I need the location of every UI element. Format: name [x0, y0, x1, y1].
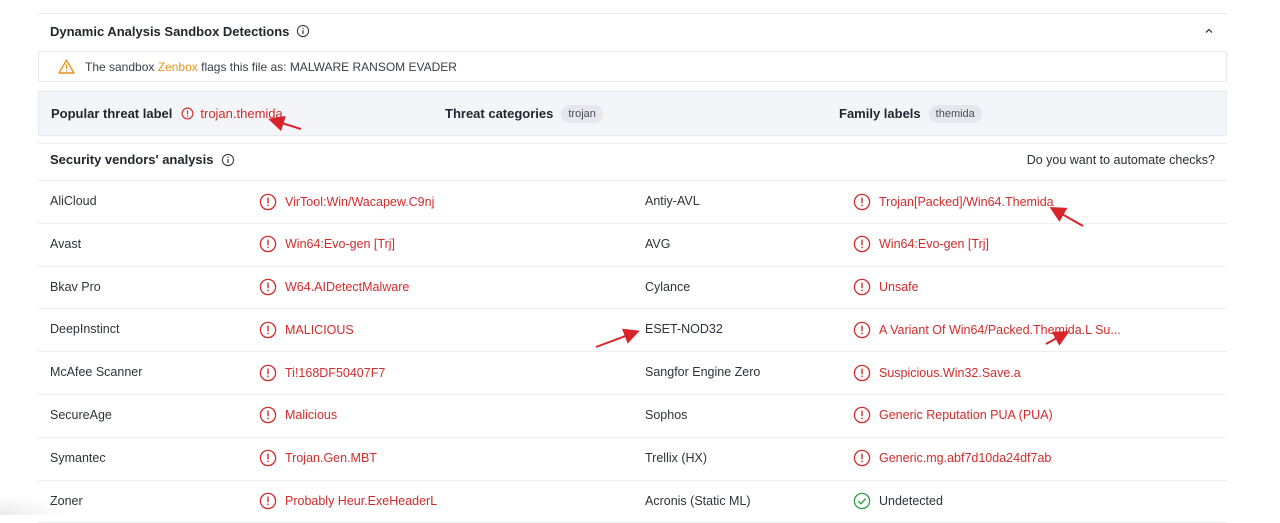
family-labels-group: Family labels themida	[839, 104, 982, 123]
chevron-up-icon[interactable]	[1203, 24, 1215, 36]
detection-text[interactable]: Generic Reputation PUA (PUA)	[879, 408, 1053, 422]
sandbox-section-header[interactable]: Dynamic Analysis Sandbox Detections	[38, 14, 1227, 48]
info-icon[interactable]	[221, 153, 235, 167]
sandbox-name-link[interactable]: Zenbox	[158, 60, 198, 74]
detection-text[interactable]: Undetected	[879, 494, 943, 508]
alert-circle-icon	[853, 235, 871, 253]
detection-text[interactable]: Win64:Evo-gen [Trj]	[285, 237, 395, 251]
detection-result: Unsafe	[853, 267, 919, 308]
popular-threat-label: Popular threat label	[51, 106, 173, 121]
sandbox-section-title: Dynamic Analysis Sandbox Detections	[50, 23, 290, 39]
vendor-name[interactable]: Avast	[50, 224, 81, 265]
vendor-name[interactable]: Trellix (HX)	[645, 438, 707, 479]
detection-result: A Variant Of Win64/Packed.Themida.L Su..…	[853, 309, 1121, 350]
detection-text[interactable]: Ti!168DF50407F7	[285, 366, 385, 380]
detection-text[interactable]: Trojan.Gen.MBT	[285, 451, 377, 465]
vendor-name[interactable]: AVG	[645, 224, 670, 265]
warning-triangle-icon	[58, 59, 75, 74]
detection-text[interactable]: MALICIOUS	[285, 323, 354, 337]
vendor-results-table: AliCloud VirTool:Win/Wacapew.C9nj Antiy-AV…	[38, 180, 1227, 523]
vendor-name[interactable]: Symantec	[50, 438, 106, 479]
vendor-name[interactable]: SecureAge	[50, 395, 112, 436]
detection-result: W64.AIDetectMalware	[259, 267, 409, 308]
vendor-name[interactable]: Sangfor Engine Zero	[645, 352, 760, 393]
alert-circle-icon	[259, 278, 277, 296]
detection-result: Ti!168DF50407F7	[259, 352, 385, 393]
sandbox-alert-prefix: The sandbox	[85, 59, 155, 74]
detection-text[interactable]: Unsafe	[879, 280, 919, 294]
table-row: Symantec Trojan.Gen.MBT Trellix (HX) Generi…	[38, 438, 1227, 481]
detection-text[interactable]: Win64:Evo-gen [Trj]	[879, 237, 989, 251]
detection-result: MALICIOUS	[259, 309, 354, 350]
alert-circle-icon	[259, 321, 277, 339]
alert-circle-icon	[853, 449, 871, 467]
detection-result: Trojan.Gen.MBT	[259, 438, 377, 479]
automate-checks-link[interactable]: Do you want to automate checks?	[1027, 153, 1215, 167]
alert-circle-icon	[853, 193, 871, 211]
family-label-pill[interactable]: themida	[928, 104, 982, 123]
table-row: Avast Win64:Evo-gen [Trj] AVG Win64:Evo-gen…	[38, 224, 1227, 267]
detection-result: VirTool:Win/Wacapew.C9nj	[259, 181, 434, 222]
alert-circle-icon	[853, 364, 871, 382]
popular-threat-value[interactable]: trojan.themida	[200, 106, 282, 121]
info-icon[interactable]	[296, 24, 310, 38]
corner-shadow	[0, 495, 70, 515]
detection-text[interactable]: Malicious	[285, 408, 337, 422]
threat-categories-group: Threat categories trojan	[445, 104, 603, 123]
detection-result: Win64:Evo-gen [Trj]	[853, 224, 989, 265]
vendor-name[interactable]: ESET-NOD32	[645, 309, 723, 350]
threat-categories-label: Threat categories	[445, 106, 554, 121]
table-row: DeepInstinct MALICIOUS ESET-NOD32 A Variant…	[38, 309, 1227, 353]
detection-result: Suspicious.Win32.Save.a	[853, 352, 1021, 393]
alert-circle-icon	[853, 278, 871, 296]
sandbox-alert: The sandbox Zenbox flags this file as: M…	[38, 51, 1227, 82]
vendor-name[interactable]: Sophos	[645, 395, 687, 436]
alert-circle-icon	[259, 449, 277, 467]
detection-result: Trojan[Packed]/Win64.Themida	[853, 181, 1054, 222]
alert-circle-icon	[259, 364, 277, 382]
table-row: McAfee Scanner Ti!168DF50407F7 Sangfor Eng…	[38, 352, 1227, 395]
table-row: ZonerProbably Heur.ExeHeaderLAcronis (St…	[38, 481, 1227, 523]
vendor-name[interactable]: Antiy-AVL	[645, 181, 700, 222]
family-labels-label: Family labels	[839, 106, 921, 121]
detection-text[interactable]: Probably Heur.ExeHeaderL	[285, 494, 437, 508]
detection-result: Win64:Evo-gen [Trj]	[259, 224, 395, 265]
alert-circle-icon	[259, 492, 277, 510]
detection-result: Generic Reputation PUA (PUA)	[853, 395, 1053, 436]
vendor-name[interactable]: McAfee Scanner	[50, 352, 142, 393]
alert-circle-icon	[853, 406, 871, 424]
alert-circle-icon	[181, 107, 194, 120]
table-row: SecureAge Malicious Sophos Generic Reputati…	[38, 395, 1227, 438]
table-row: Bkav Pro W64.AIDetectMalware Cylance Unsafe	[38, 267, 1227, 310]
alert-circle-icon	[259, 406, 277, 424]
vendor-name[interactable]: Bkav Pro	[50, 267, 101, 308]
detection-result: Generic.mg.abf7d10da24df7ab	[853, 438, 1051, 479]
vendors-section-header: Security vendors' analysis Do you want t…	[38, 143, 1227, 175]
threat-labels-bar: Popular threat label trojan.themida Thre…	[38, 91, 1227, 136]
vendor-name[interactable]: DeepInstinct	[50, 309, 119, 350]
vendor-name[interactable]: Cylance	[645, 267, 690, 308]
check-circle-icon	[853, 492, 871, 510]
detection-text[interactable]: W64.AIDetectMalware	[285, 280, 409, 294]
sandbox-alert-suffix: flags this file as: MALWARE RANSOM EVADE…	[201, 59, 457, 74]
vendor-name[interactable]: AliCloud	[50, 181, 97, 222]
alert-circle-icon	[853, 321, 871, 339]
detection-text[interactable]: Suspicious.Win32.Save.a	[879, 366, 1021, 380]
detection-result: Undetected	[853, 481, 943, 522]
detection-text[interactable]: Trojan[Packed]/Win64.Themida	[879, 195, 1054, 209]
detection-text[interactable]: A Variant Of Win64/Packed.Themida.L Su..…	[879, 323, 1121, 337]
detection-result: Malicious	[259, 395, 337, 436]
threat-category-pill[interactable]: trojan	[561, 104, 603, 123]
alert-circle-icon	[259, 235, 277, 253]
detection-text[interactable]: Generic.mg.abf7d10da24df7ab	[879, 451, 1051, 465]
detection-text[interactable]: VirTool:Win/Wacapew.C9nj	[285, 195, 434, 209]
alert-circle-icon	[259, 193, 277, 211]
table-row: AliCloud VirTool:Win/Wacapew.C9nj Antiy-AV…	[38, 181, 1227, 224]
vendor-name[interactable]: Acronis (Static ML)	[645, 481, 751, 522]
popular-threat-label-group: Popular threat label trojan.themida	[51, 106, 283, 121]
vendors-section-title: Security vendors' analysis	[50, 152, 214, 167]
detection-result: Probably Heur.ExeHeaderL	[259, 481, 437, 522]
